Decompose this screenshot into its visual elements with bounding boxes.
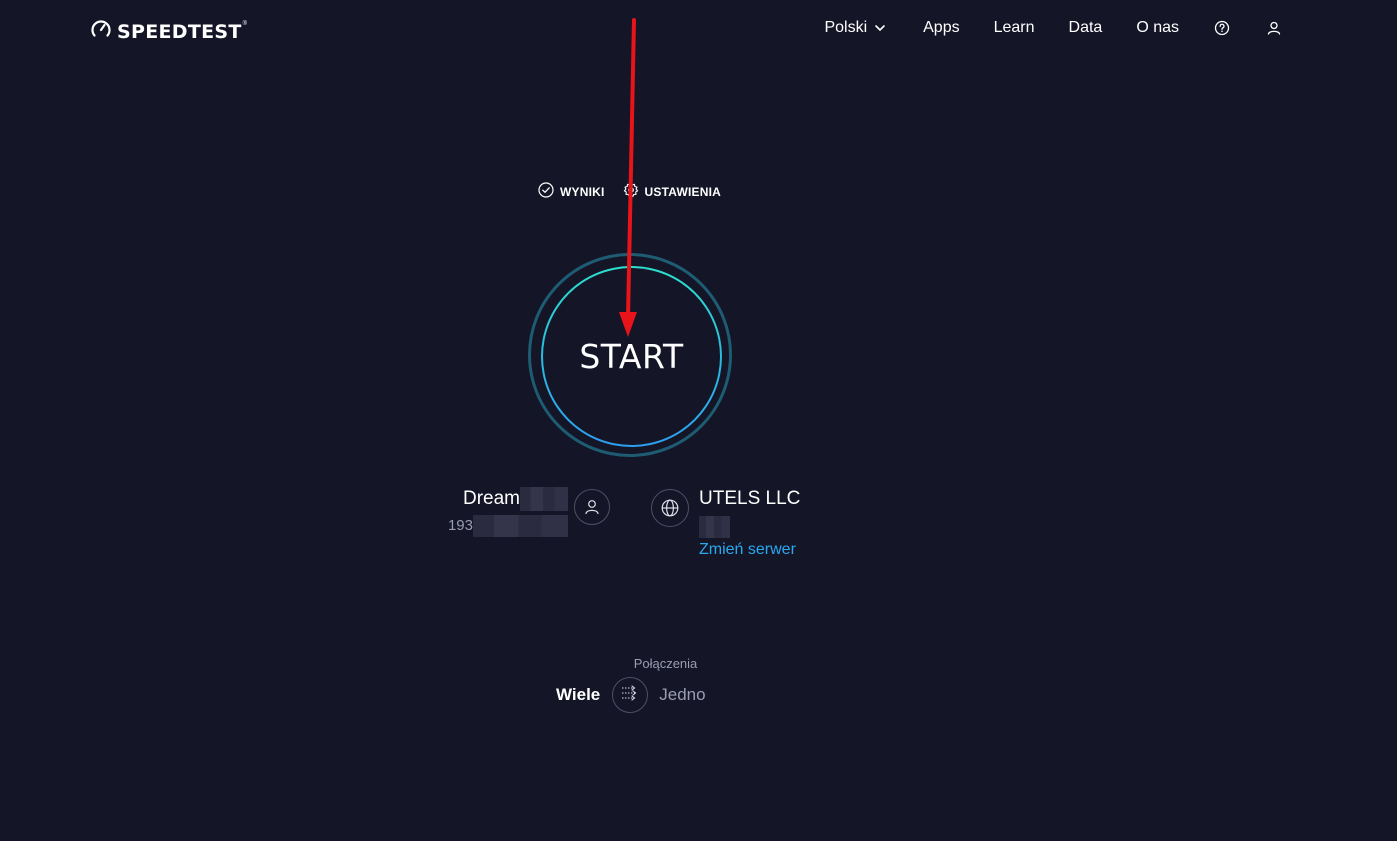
language-selector[interactable]: Polski [824,17,889,39]
isp-ip-text: 193 [447,517,473,534]
nav-apps[interactable]: Apps [923,17,959,39]
settings-link[interactable]: USTAWIENIA [623,182,721,201]
nav-data[interactable]: Data [1069,17,1103,39]
redacted-block [520,487,568,511]
start-label: START [579,337,684,376]
connections-multi-option[interactable]: Wiele [556,685,600,705]
logo-text: SPEEDTEST [117,20,242,43]
isp-name: Dream [440,487,568,511]
language-label: Polski [824,19,868,36]
results-link[interactable]: WYNIKI [538,182,605,201]
test-subnav: WYNIKI USTAWIENIA [538,182,721,201]
chevron-down-icon [871,19,889,37]
connections-label: Połączenia [633,656,698,671]
connections-single-option[interactable]: Jedno [659,685,705,705]
server-name: UTELS LLC [699,488,801,509]
start-button[interactable]: START [541,266,722,447]
redacted-block [473,515,568,537]
speedtest-logo[interactable]: SPEEDTEST ® [90,18,247,45]
isp-info: Dream 193 [440,487,568,537]
change-server-link[interactable]: Zmień serwer [699,541,800,559]
isp-user-icon [574,489,610,525]
connections-toggle[interactable] [612,677,649,713]
help-button[interactable] [1213,17,1231,39]
user-icon [1265,19,1283,37]
connections-toggle-row: Wiele Jedno [556,677,706,713]
logo-trademark: ® [242,20,248,27]
multi-connection-icon [620,683,640,708]
speedometer-icon [90,18,112,45]
gear-icon [623,182,639,201]
help-icon [1213,19,1231,37]
top-nav: Polski Apps Learn Data O nas [824,17,1283,39]
speedtest-page: SPEEDTEST ® Polski Apps Learn Data O nas [0,0,1397,841]
account-button[interactable] [1265,17,1283,39]
redacted-block [699,516,730,538]
check-circle-icon [538,182,554,201]
server-info: UTELS LLC Zmień serwer [699,487,800,559]
globe-icon [651,489,689,527]
nav-about[interactable]: O nas [1136,17,1179,39]
server-location [699,516,800,538]
isp-name-text: Dream [462,488,520,509]
nav-learn[interactable]: Learn [994,17,1035,39]
settings-label: USTAWIENIA [644,184,721,199]
results-label: WYNIKI [560,184,605,199]
isp-ip: 193 [440,515,568,537]
